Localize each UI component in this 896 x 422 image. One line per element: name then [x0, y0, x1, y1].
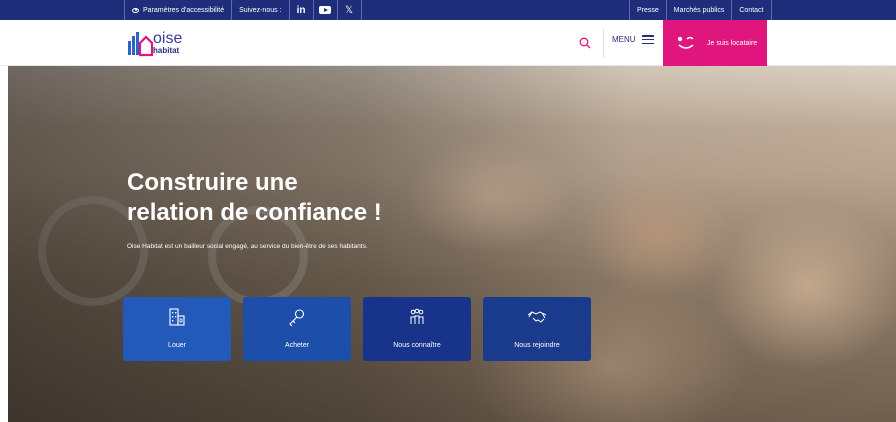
menu-button[interactable]: MENU	[612, 35, 654, 44]
contact-link[interactable]: Contact	[732, 0, 772, 20]
nous-rejoindre-label: Nous rejoindre	[514, 342, 560, 349]
logo-text-habitat: habitat	[153, 46, 180, 55]
marches-publics-link[interactable]: Marchés publics	[667, 0, 733, 20]
louer-label: Louer	[168, 342, 186, 349]
linkedin-link[interactable]: in	[290, 0, 314, 20]
acheter-label: Acheter	[284, 342, 310, 349]
accessibility-label: Paramètres d'accessibilité	[143, 6, 225, 14]
accessibility-settings-link[interactable]: Paramètres d'accessibilité	[125, 0, 233, 20]
nous-connaitre-label: Nous connaître	[393, 342, 441, 349]
nous-rejoindre-card[interactable]: Nous rejoindre	[483, 297, 591, 361]
building-icon	[169, 308, 185, 326]
hero-title: Construire une relation de confiance !	[127, 168, 427, 228]
hero-subtitle: Oise Habitat est un bailleur social enga…	[127, 243, 368, 250]
hero-title-line1: Construire une	[127, 169, 298, 196]
linkedin-icon: in	[296, 4, 306, 16]
hero-banner: Construire une relation de confiance ! O…	[8, 66, 896, 422]
top-utility-bar: Paramètres d'accessibilité Suivez-nous :…	[0, 0, 896, 20]
header-divider	[603, 28, 604, 58]
hero-title-line2: relation de confiance !	[127, 199, 382, 226]
youtube-icon	[319, 6, 332, 14]
site-header: oise habitat MENU Je suis locataire	[0, 20, 896, 66]
quick-links: Louer Acheter Nous connaître Nous rejoin…	[123, 297, 591, 361]
je-suis-locataire-button[interactable]: Je suis locataire	[663, 20, 767, 66]
top-left-links: Paramètres d'accessibilité Suivez-nous :…	[124, 0, 362, 20]
smile-icon	[677, 36, 694, 49]
acheter-card[interactable]: Acheter	[243, 297, 351, 361]
key-icon	[289, 309, 305, 327]
eye-icon	[132, 7, 139, 13]
louer-card[interactable]: Louer	[123, 297, 231, 361]
x-link[interactable]: 𝕏	[338, 0, 362, 20]
x-icon: 𝕏	[344, 4, 354, 16]
locataire-label: Je suis locataire	[707, 39, 758, 47]
menu-label: MENU	[612, 35, 636, 44]
youtube-link[interactable]	[314, 0, 338, 20]
search-button[interactable]	[575, 33, 595, 53]
nous-connaitre-card[interactable]: Nous connaître	[363, 297, 471, 361]
handshake-icon	[527, 311, 547, 323]
presse-link[interactable]: Presse	[630, 0, 667, 20]
people-icon	[410, 308, 424, 324]
search-icon	[579, 37, 591, 49]
logo-mark-icon	[128, 32, 154, 57]
hamburger-icon	[641, 35, 654, 44]
follow-us-label: Suivez-nous :	[232, 0, 290, 20]
top-right-links: Presse Marchés publics Contact	[629, 0, 772, 20]
